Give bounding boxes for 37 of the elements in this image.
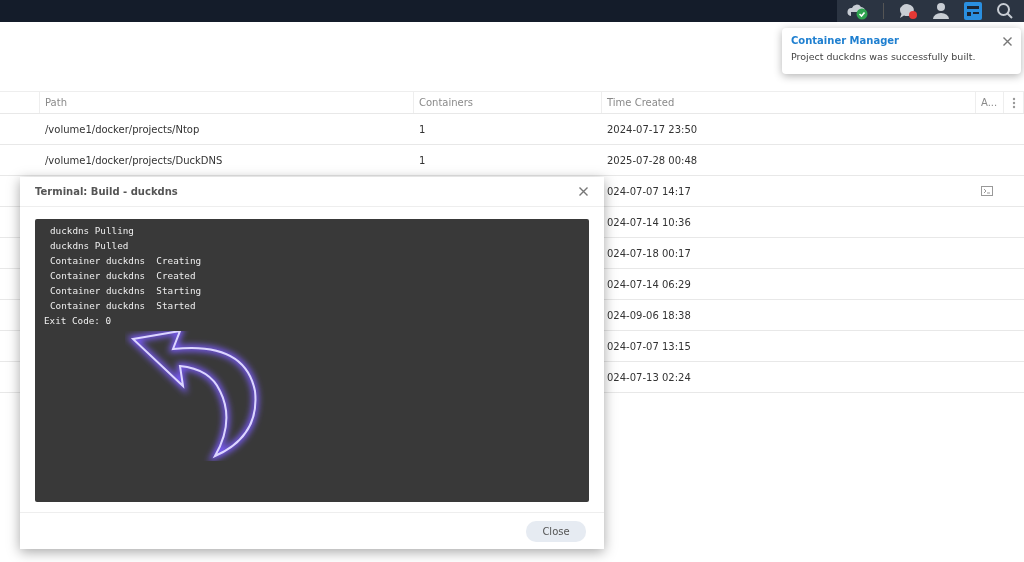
terminal-line: Container duckdns Creating xyxy=(49,254,202,268)
column-header[interactable]: Containers xyxy=(419,97,474,108)
terminal-line: Container duckdns Created xyxy=(49,269,196,283)
table-cell: 024-07-14 10:36 xyxy=(607,216,691,228)
table-cell: /volume1/docker/projects/DuckDNS xyxy=(45,154,223,166)
terminal-line: duckdns Pulled xyxy=(49,239,129,253)
close-button[interactable]: Close xyxy=(526,520,586,542)
terminal-line: duckdns Pulling xyxy=(49,224,134,238)
terminal-line: Container duckdns Started xyxy=(49,299,196,313)
terminal-icon[interactable] xyxy=(981,186,993,196)
close-icon[interactable] xyxy=(1003,37,1012,46)
table-cell: 2024-07-17 23:50 xyxy=(607,123,698,135)
table-cell: 024-07-07 13:15 xyxy=(607,340,691,352)
chat-icon[interactable] xyxy=(898,2,918,20)
user-icon[interactable] xyxy=(932,2,950,20)
column-header[interactable]: A... xyxy=(981,97,998,108)
table-cell: 024-07-14 06:29 xyxy=(607,278,691,290)
widgets-icon[interactable] xyxy=(964,2,982,20)
dialog-title: Terminal: Build - duckdns xyxy=(35,186,178,197)
column-header[interactable]: Path xyxy=(45,97,67,108)
table-cell: 024-07-13 02:24 xyxy=(607,371,691,383)
cloud-check-icon[interactable] xyxy=(847,2,869,20)
search-icon[interactable] xyxy=(996,2,1014,20)
notification-message: Project duckdns was successfully built. xyxy=(791,51,977,62)
table-cell: 024-07-07 14:17 xyxy=(607,185,691,197)
table-cell: 024-07-18 00:17 xyxy=(607,247,691,259)
table-cell: /volume1/docker/projects/Ntop xyxy=(45,123,200,135)
close-icon[interactable] xyxy=(579,187,588,196)
table-cell: 2025-07-28 00:48 xyxy=(607,154,698,166)
more-options-icon[interactable] xyxy=(1011,96,1016,109)
notification-title: Container Manager xyxy=(791,35,900,46)
table-cell: 024-09-06 18:38 xyxy=(607,309,691,321)
table-cell: 1 xyxy=(419,123,426,135)
table-cell: 1 xyxy=(419,154,426,166)
terminal-line: Container duckdns Starting xyxy=(49,284,202,298)
column-header[interactable]: Time Created xyxy=(607,97,675,108)
terminal-line: Exit Code: 0 xyxy=(43,314,112,328)
